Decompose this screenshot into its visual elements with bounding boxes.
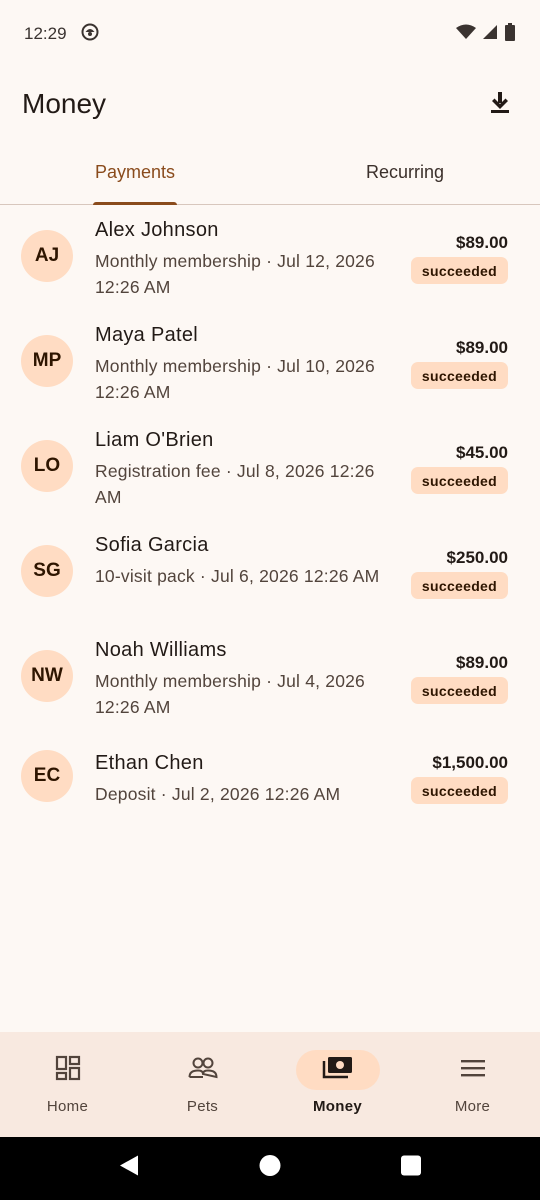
- status-time: 12:29: [24, 24, 67, 43]
- payment-amount: $250.00: [446, 548, 508, 567]
- nav-icon-container: [295, 1050, 380, 1090]
- menu-icon: [460, 1058, 486, 1083]
- nav-label: Pets: [186, 1098, 219, 1115]
- nav-label: More: [454, 1098, 491, 1115]
- payer-name: Noah Williams: [95, 639, 227, 661]
- payment-description: Monthly membership · Jul 10, 2026 12:26 …: [95, 356, 375, 402]
- status-badge: succeeded: [410, 362, 508, 389]
- app-bar: Money: [0, 68, 540, 140]
- nav-label: Money: [312, 1098, 362, 1115]
- download-icon: [489, 90, 511, 119]
- payer-name: Alex Johnson: [95, 219, 219, 241]
- notification-icon: [81, 23, 99, 46]
- avatar: MP: [21, 335, 73, 387]
- nav-item-pets[interactable]: Pets: [135, 1032, 270, 1137]
- nav-icon-container: [161, 1050, 245, 1090]
- payment-description: Registration fee · Jul 8, 2026 12:26 AM: [95, 461, 375, 507]
- download-button[interactable]: [482, 86, 518, 122]
- payment-row[interactable]: LO Liam O'Brien Registration fee · Jul 8…: [0, 415, 540, 520]
- status-badge: succeeded: [410, 257, 508, 284]
- group-icon: [188, 1056, 218, 1085]
- avatar: AJ: [21, 230, 73, 282]
- payer-name: Liam O'Brien: [95, 429, 214, 451]
- nav-label: Home: [46, 1098, 89, 1115]
- payer-name: Maya Patel: [95, 324, 199, 346]
- status-badge: succeeded: [410, 777, 508, 804]
- tab-bar: Payments Recurring: [0, 140, 540, 205]
- home-icon[interactable]: [259, 1155, 281, 1182]
- payment-amount: $45.00: [456, 443, 508, 462]
- wifi-icon: [456, 24, 476, 45]
- system-navigation-bar: [0, 1137, 540, 1200]
- payment-description: Monthly membership · Jul 12, 2026 12:26 …: [95, 251, 375, 297]
- payments-icon: [322, 1056, 354, 1085]
- payment-amount: $89.00: [456, 233, 508, 252]
- tab-label: Recurring: [365, 161, 445, 182]
- payment-row[interactable]: EC Ethan Chen Deposit · Jul 2, 2026 12:2…: [0, 730, 540, 842]
- status-badge: succeeded: [410, 467, 508, 494]
- payment-description: Deposit · Jul 2, 2026 12:26 AM: [95, 784, 341, 804]
- payment-row[interactable]: NW Noah Williams Monthly membership · Ju…: [0, 625, 540, 730]
- back-icon[interactable]: [119, 1155, 139, 1182]
- avatar: SG: [21, 545, 73, 597]
- payment-amount: $89.00: [456, 653, 508, 672]
- payment-row[interactable]: SG Sofia Garcia 10-visit pack · Jul 6, 2…: [0, 520, 540, 625]
- payment-row[interactable]: MP Maya Patel Monthly membership · Jul 1…: [0, 310, 540, 415]
- payment-description: Monthly membership · Jul 4, 2026 12:26 A…: [95, 671, 365, 717]
- avatar: NW: [21, 650, 73, 702]
- recents-icon[interactable]: [401, 1155, 421, 1181]
- cell-signal-icon: [482, 24, 498, 45]
- payer-name: Sofia Garcia: [95, 534, 209, 556]
- nav-item-more[interactable]: More: [405, 1032, 540, 1137]
- page-title: Money: [22, 88, 107, 119]
- status-badge: succeeded: [410, 677, 508, 704]
- payment-amount: $89.00: [456, 338, 508, 357]
- payments-list: AJ Alex Johnson Monthly membership · Jul…: [0, 205, 540, 842]
- nav-icon-container: [26, 1050, 110, 1090]
- tab-label: Payments: [94, 161, 176, 182]
- status-bar: 12:29: [0, 0, 540, 68]
- payment-description: 10-visit pack · Jul 6, 2026 12:26 AM: [95, 566, 380, 586]
- nav-icon-container: [431, 1050, 515, 1090]
- payer-name: Ethan Chen: [95, 752, 204, 774]
- bottom-navigation: Home Pets Money More: [0, 1032, 540, 1137]
- dashboard-icon: [55, 1055, 81, 1086]
- nav-item-money[interactable]: Money: [270, 1032, 405, 1137]
- battery-icon: [504, 22, 516, 46]
- nav-item-home[interactable]: Home: [0, 1032, 135, 1137]
- avatar: EC: [21, 750, 73, 802]
- status-badge: succeeded: [410, 572, 508, 599]
- tab-payments[interactable]: Payments: [0, 140, 270, 205]
- tab-recurring[interactable]: Recurring: [270, 140, 540, 204]
- payment-row[interactable]: AJ Alex Johnson Monthly membership · Jul…: [0, 205, 540, 310]
- payment-amount: $1,500.00: [432, 753, 508, 772]
- avatar: LO: [21, 440, 73, 492]
